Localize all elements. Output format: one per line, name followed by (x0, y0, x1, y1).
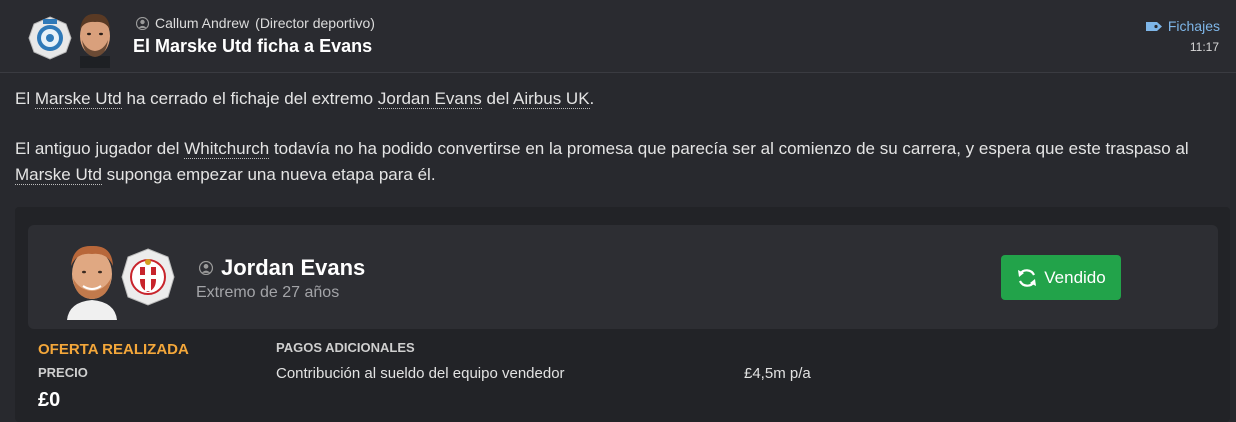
text: del (481, 89, 514, 108)
player-panel: Jordan Evans Extremo de 27 años Vendido (28, 225, 1218, 329)
author-line: Callum Andrew (Director deportivo) (136, 15, 375, 31)
news-headline: El Marske Utd ficha a Evans (133, 36, 373, 56)
category-label[interactable]: Fichajes (1168, 18, 1220, 34)
text: ha cerrado el fichaje del extremo (121, 89, 378, 108)
player-link-evans[interactable]: Jordan Evans (377, 89, 482, 109)
extras-row-value: £4,5m p/a (744, 365, 811, 382)
author-role: (Director deportivo) (255, 15, 375, 31)
offer-title: OFERTA REALIZADA (38, 341, 189, 358)
player-photo[interactable] (65, 240, 119, 320)
club-link-whitchurch[interactable]: Whitchurch (184, 139, 270, 159)
transfer-card: Jordan Evans Extremo de 27 años Vendido … (15, 207, 1230, 422)
person-icon (136, 16, 149, 30)
status-button[interactable]: Vendido (1001, 255, 1121, 300)
player-description: Extremo de 27 años (196, 284, 340, 301)
news-time: 11:17 (1189, 40, 1219, 54)
player-club-badge-icon[interactable] (120, 247, 176, 307)
club-link-marske[interactable]: Marske Utd (15, 165, 102, 185)
text: . (589, 89, 595, 108)
status-label: Vendido (1044, 267, 1106, 287)
club-badge-icon[interactable] (28, 16, 72, 60)
club-link-marske[interactable]: Marske Utd (34, 89, 122, 109)
refresh-icon (1018, 268, 1037, 287)
category-link[interactable]: Fichajes (1145, 18, 1220, 34)
person-icon (199, 261, 213, 275)
author-name[interactable]: Callum Andrew (155, 15, 249, 31)
text: El (15, 89, 35, 108)
paragraph-1: El Marske Utd ha cerrado el fichaje del … (15, 86, 1225, 112)
text: El antiguo jugador del (15, 139, 185, 158)
news-body: El Marske Utd ha cerrado el fichaje del … (15, 86, 1225, 212)
player-name[interactable]: Jordan Evans (221, 255, 365, 281)
extras-row-label: Contribución al sueldo del equipo vended… (276, 365, 565, 382)
price-value: £0 (38, 389, 61, 411)
author-avatar[interactable] (76, 10, 114, 68)
club-link-airbus[interactable]: Airbus UK (513, 89, 590, 109)
tag-icon (1145, 21, 1162, 31)
paragraph-2: El antiguo jugador del Whitchurch todaví… (15, 136, 1225, 188)
text: suponga empezar una nueva etapa para él. (101, 165, 436, 184)
news-header: Callum Andrew (Director deportivo) El Ma… (0, 0, 1236, 73)
extras-title: PAGOS ADICIONALES (276, 340, 415, 355)
player-name-row: Jordan Evans (199, 255, 365, 281)
text: todavía no ha podido convertirse en la p… (269, 139, 1189, 158)
price-label: PRECIO (38, 365, 88, 380)
